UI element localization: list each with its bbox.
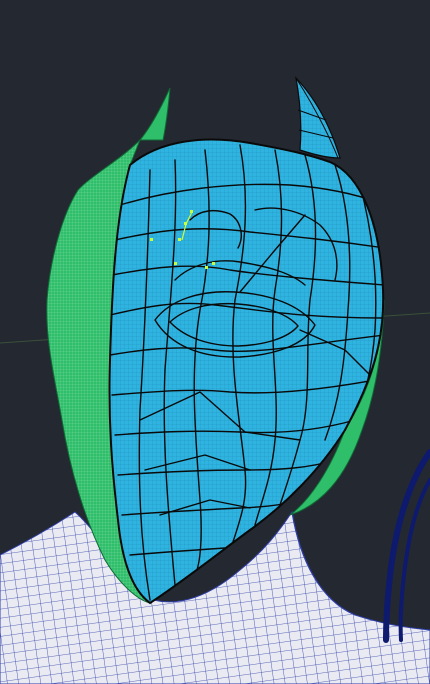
- viewport-canvas[interactable]: [0, 0, 430, 684]
- 3d-viewport[interactable]: [0, 0, 430, 684]
